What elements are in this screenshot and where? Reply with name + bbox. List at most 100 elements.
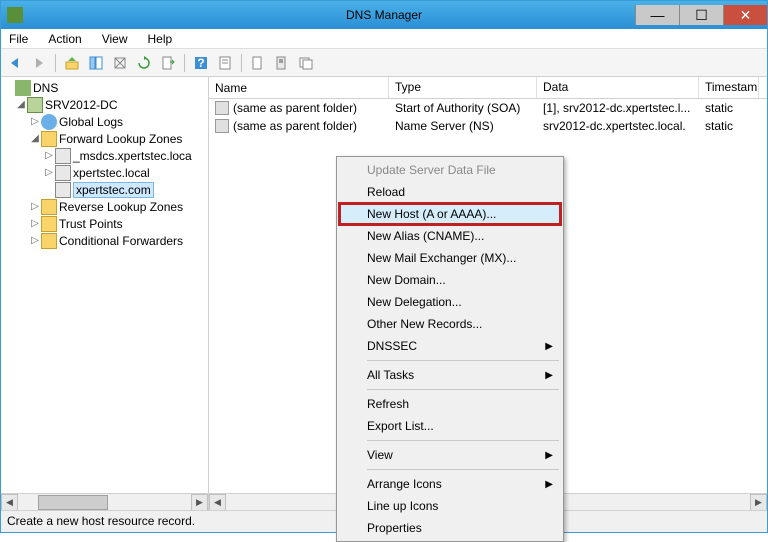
folder-icon	[41, 199, 57, 215]
menubar: File Action View Help	[1, 29, 767, 49]
record-icon	[215, 119, 229, 133]
tree-zone-xlocal[interactable]: ▷xpertstec.local	[3, 164, 206, 181]
back-button[interactable]	[5, 53, 25, 73]
col-header-data[interactable]: Data	[537, 77, 699, 98]
tree-zone-xcom[interactable]: xpertstec.com	[3, 181, 206, 198]
new-record-button[interactable]	[248, 53, 268, 73]
window-controls: — ☐ ✕	[635, 5, 767, 25]
menu-separator	[367, 389, 559, 390]
menu-action[interactable]: Action	[44, 31, 85, 47]
zone-icon	[55, 182, 71, 198]
menu-properties[interactable]: Properties	[339, 517, 561, 539]
tree-cond-fwd[interactable]: ▷Conditional Forwarders	[3, 232, 206, 249]
scroll-left-button[interactable]: ◀	[1, 494, 18, 511]
zone-icon	[55, 148, 71, 164]
menu-file[interactable]: File	[5, 31, 32, 47]
forward-button[interactable]	[29, 53, 49, 73]
menu-new-delegation[interactable]: New Delegation...	[339, 291, 561, 313]
properties-button[interactable]	[215, 53, 235, 73]
menu-separator	[367, 360, 559, 361]
expander-icon[interactable]: ▷	[29, 201, 41, 212]
record-icon	[215, 101, 229, 115]
dns-icon	[15, 80, 31, 96]
col-header-timestamp[interactable]: Timestam	[699, 77, 759, 98]
menu-lineup-icons[interactable]: Line up Icons	[339, 495, 561, 517]
folder-icon	[41, 131, 57, 147]
filter-button[interactable]	[272, 53, 292, 73]
scroll-thumb[interactable]	[38, 495, 108, 510]
menu-separator	[367, 469, 559, 470]
menu-export-list[interactable]: Export List...	[339, 415, 561, 437]
menu-reload[interactable]: Reload	[339, 181, 561, 203]
col-header-type[interactable]: Type	[389, 77, 537, 98]
tree-trust-points[interactable]: ▷Trust Points	[3, 215, 206, 232]
zone-icon	[55, 165, 71, 181]
delete-button[interactable]	[110, 53, 130, 73]
export-button[interactable]	[158, 53, 178, 73]
tree-pane: DNS ◢SRV2012-DC ▷Global Logs ◢Forward Lo…	[1, 77, 209, 510]
expander-icon[interactable]: ▷	[43, 167, 55, 178]
refresh-button[interactable]	[134, 53, 154, 73]
tree-zone-msdcs[interactable]: ▷_msdcs.xpertstec.loca	[3, 147, 206, 164]
minimize-button[interactable]: —	[635, 5, 679, 25]
titlebar[interactable]: DNS Manager — ☐ ✕	[1, 1, 767, 29]
record-data: [1], srv2012-dc.xpertstec.l...	[537, 100, 699, 116]
menu-new-domain[interactable]: New Domain...	[339, 269, 561, 291]
tree-scrollbar-h[interactable]: ◀ ▶	[1, 493, 208, 510]
show-hide-tree-button[interactable]	[86, 53, 106, 73]
record-type: Name Server (NS)	[389, 118, 537, 134]
menu-new-mx[interactable]: New Mail Exchanger (MX)...	[339, 247, 561, 269]
status-text: Create a new host resource record.	[7, 514, 195, 528]
expander-icon[interactable]: ▷	[29, 218, 41, 229]
expander-icon[interactable]: ▷	[29, 116, 41, 127]
tree-global-logs[interactable]: ▷Global Logs	[3, 113, 206, 130]
menu-refresh[interactable]: Refresh	[339, 393, 561, 415]
expander-icon[interactable]: ◢	[29, 133, 41, 144]
expander-icon[interactable]: ▷	[43, 150, 55, 161]
record-row[interactable]: (same as parent folder) Name Server (NS)…	[209, 117, 767, 135]
record-data: srv2012-dc.xpertstec.local.	[537, 118, 699, 134]
expander-icon[interactable]: ◢	[15, 99, 27, 110]
scroll-left-button[interactable]: ◀	[209, 494, 226, 511]
tree-rev-zones[interactable]: ▷Reverse Lookup Zones	[3, 198, 206, 215]
tree-root-dns[interactable]: DNS	[3, 79, 206, 96]
toolbar: ?	[1, 49, 767, 77]
submenu-arrow-icon: ▶	[545, 370, 553, 381]
close-button[interactable]: ✕	[723, 5, 767, 25]
toolbar-separator	[184, 54, 185, 72]
help-button[interactable]: ?	[191, 53, 211, 73]
tree-fwd-zones[interactable]: ◢Forward Lookup Zones	[3, 130, 206, 147]
menu-new-alias[interactable]: New Alias (CNAME)...	[339, 225, 561, 247]
stack-button[interactable]	[296, 53, 316, 73]
menu-dnssec[interactable]: DNSSEC▶	[339, 335, 561, 357]
menu-view[interactable]: View	[98, 31, 132, 47]
list-header: Name Type Data Timestam	[209, 77, 767, 99]
toolbar-separator	[241, 54, 242, 72]
menu-other-records[interactable]: Other New Records...	[339, 313, 561, 335]
app-icon	[7, 7, 23, 23]
tree-server[interactable]: ◢SRV2012-DC	[3, 96, 206, 113]
record-ts: static	[699, 118, 759, 134]
submenu-arrow-icon: ▶	[545, 479, 553, 490]
up-button[interactable]	[62, 53, 82, 73]
scroll-track[interactable]	[18, 494, 191, 511]
menu-help[interactable]: Help	[144, 31, 177, 47]
scroll-right-button[interactable]: ▶	[191, 494, 208, 511]
record-name: (same as parent folder)	[209, 100, 389, 116]
scroll-right-button[interactable]: ▶	[750, 494, 767, 511]
col-header-name[interactable]: Name	[209, 77, 389, 98]
maximize-button[interactable]: ☐	[679, 5, 723, 25]
folder-icon	[41, 216, 57, 232]
expander-icon[interactable]: ▷	[29, 235, 41, 246]
menu-all-tasks[interactable]: All Tasks▶	[339, 364, 561, 386]
record-type: Start of Authority (SOA)	[389, 100, 537, 116]
menu-view[interactable]: View▶	[339, 444, 561, 466]
menu-update-server-data: Update Server Data File	[339, 159, 561, 181]
server-icon	[27, 97, 43, 113]
tree[interactable]: DNS ◢SRV2012-DC ▷Global Logs ◢Forward Lo…	[1, 77, 208, 493]
menu-arrange-icons[interactable]: Arrange Icons▶	[339, 473, 561, 495]
menu-new-host[interactable]: New Host (A or AAAA)...	[339, 203, 561, 225]
record-row[interactable]: (same as parent folder) Start of Authori…	[209, 99, 767, 117]
context-menu: Update Server Data File Reload New Host …	[336, 156, 564, 542]
window-title: DNS Manager	[346, 8, 422, 22]
